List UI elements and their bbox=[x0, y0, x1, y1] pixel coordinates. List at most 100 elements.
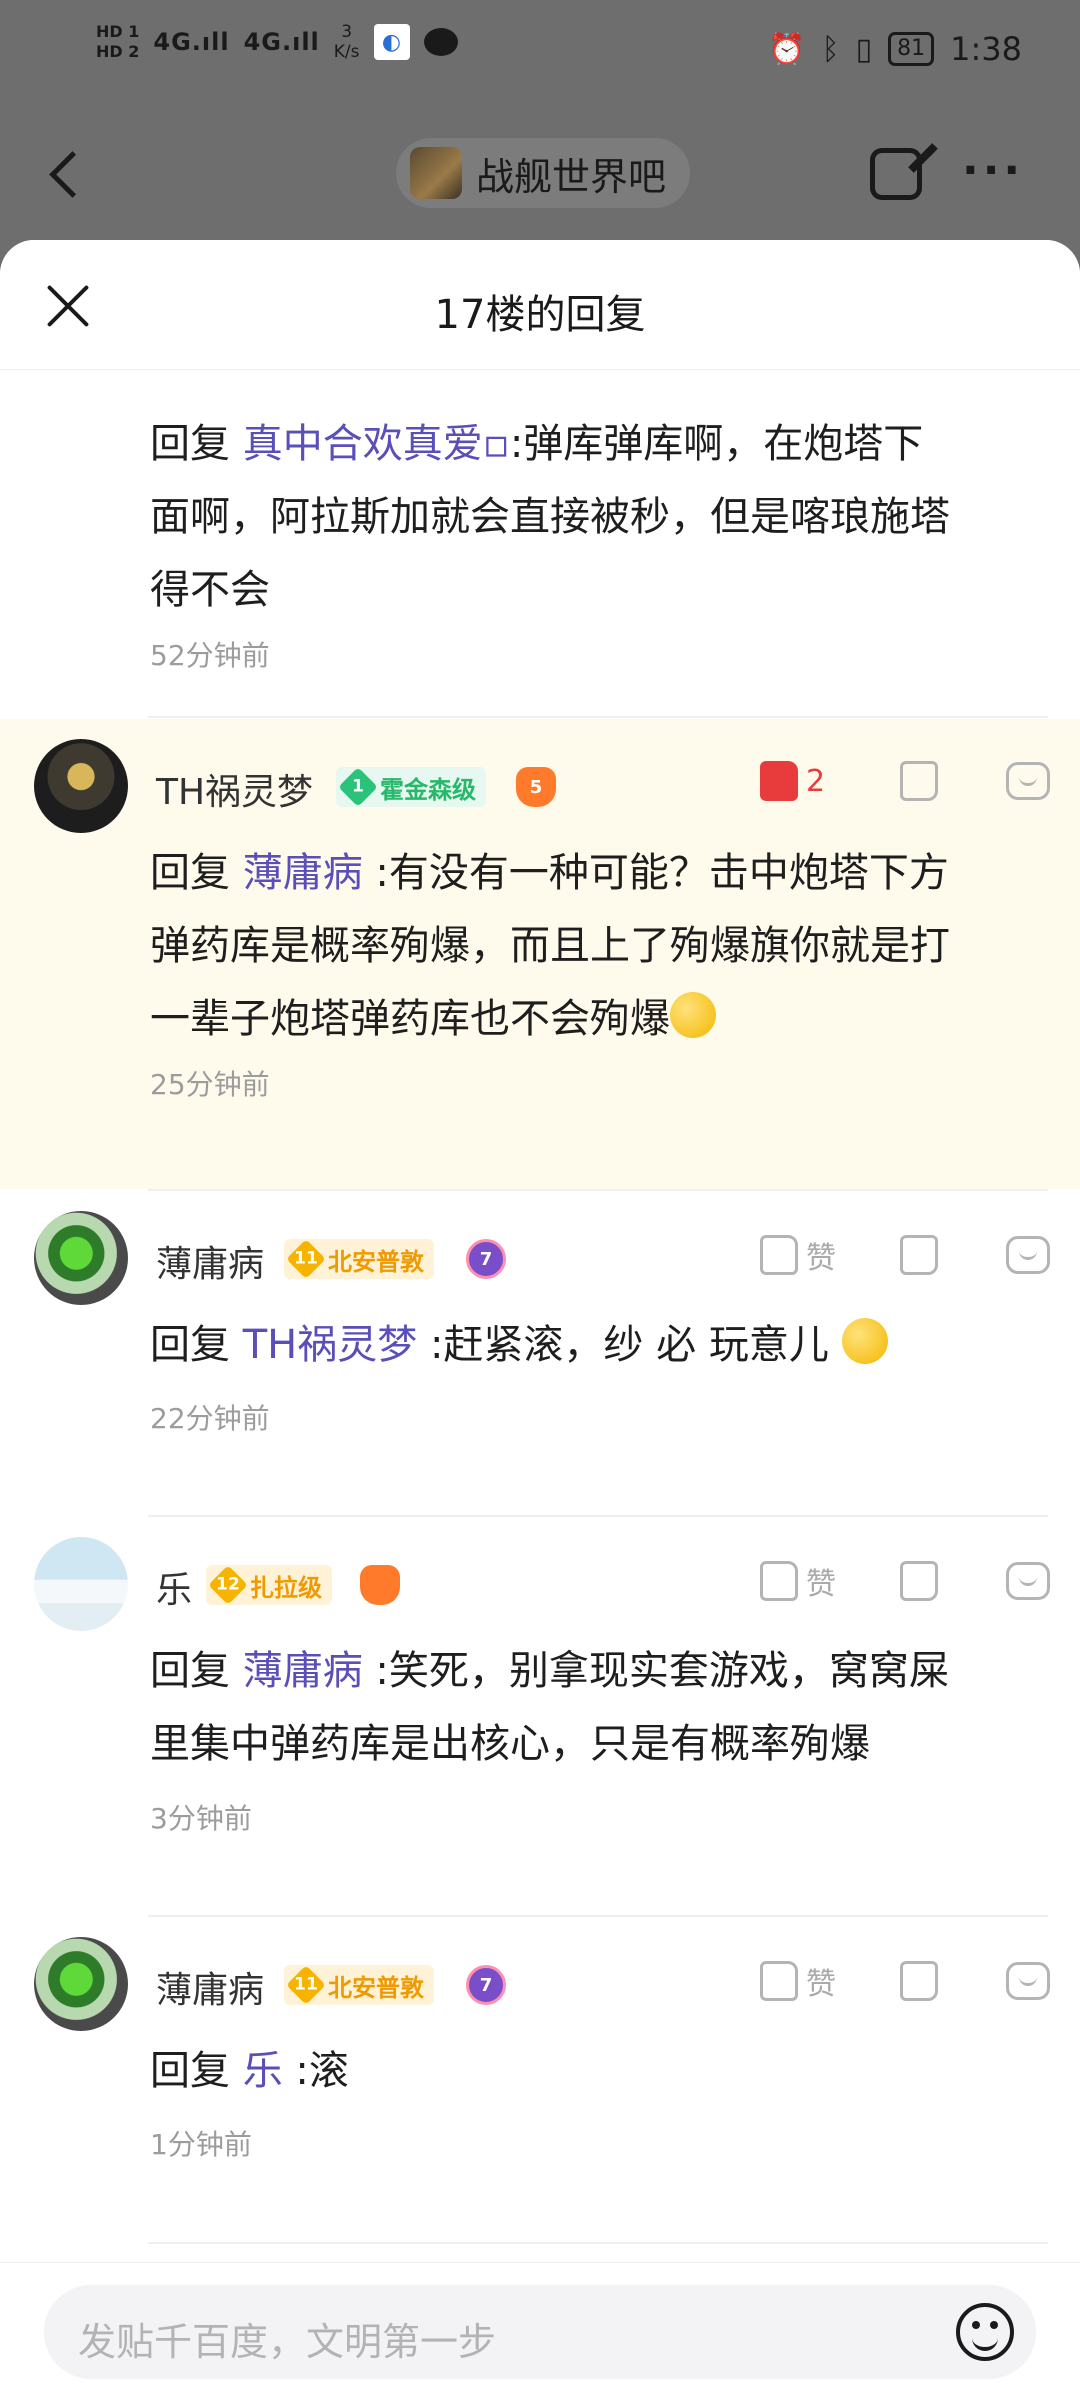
like-label: 赞 bbox=[806, 1241, 836, 1276]
comment-input-bar: 发贴千百度，文明第一步 bbox=[0, 2262, 1080, 2400]
reply-text-line: 弹药库是概率殉爆，而且上了殉爆旗你就是打 bbox=[150, 923, 950, 969]
level-badge: 11 北安普敦 bbox=[284, 1965, 434, 2005]
username[interactable]: TH祸灵梦 bbox=[156, 763, 313, 815]
reply-prefix: 回复 bbox=[150, 2048, 243, 2094]
mention-link[interactable]: 乐 bbox=[243, 2048, 283, 2094]
reply-content: 回复 TH祸灵梦 :赶紧滚，纱 必 玩意儿 bbox=[150, 1309, 1030, 1382]
reply-item: 薄庸病 11 北安普敦 7 赞 回复 TH祸灵梦 :赶紧滚，纱 必 玩意儿 22… bbox=[0, 1191, 1080, 1517]
level-number: 12 bbox=[216, 1574, 240, 1595]
mention-link[interactable]: 真中合欢真爱▫ bbox=[243, 421, 510, 467]
level-icon: 11 bbox=[286, 1239, 326, 1279]
username[interactable]: 薄庸病 bbox=[156, 1961, 264, 2013]
reply-actions: 赞 bbox=[760, 1559, 1050, 1603]
thumbs-down-icon[interactable] bbox=[900, 1561, 938, 1601]
thumbs-up-icon bbox=[760, 1961, 798, 2001]
bluetooth-icon: ᛒ bbox=[821, 31, 840, 67]
vibrate-icon: ▯ bbox=[855, 31, 873, 67]
mention-link[interactable]: TH祸灵梦 bbox=[243, 1322, 418, 1368]
game-icon bbox=[360, 1565, 400, 1605]
level-icon: 1 bbox=[338, 767, 378, 807]
edit-post-icon[interactable] bbox=[870, 148, 922, 200]
hd2-label: HD 2 bbox=[96, 42, 140, 61]
username[interactable]: 乐 bbox=[156, 1561, 192, 1613]
reply-time: 25分钟前 bbox=[150, 1068, 270, 1101]
thumbs-up-icon bbox=[760, 761, 798, 801]
app-notification-icon: ◐ bbox=[373, 24, 410, 60]
reply-item: 乐 12 扎拉级 赞 回复 薄庸病 :笑死，别拿现实套游戏，窝窝屎 里集中弹药库… bbox=[0, 1517, 1080, 1917]
reply-time: 1分钟前 bbox=[150, 2128, 252, 2161]
divider bbox=[148, 716, 1048, 718]
like-button[interactable]: 赞 bbox=[760, 1559, 870, 1603]
reply-icon[interactable] bbox=[1006, 1962, 1050, 2000]
username[interactable]: 薄庸病 bbox=[156, 1235, 264, 1287]
reply-time: 22分钟前 bbox=[150, 1402, 270, 1435]
input-placeholder: 发贴千百度，文明第一步 bbox=[78, 2320, 497, 2364]
emoji-icon[interactable] bbox=[956, 2303, 1014, 2361]
like-button[interactable]: 赞 bbox=[760, 1233, 870, 1277]
like-button[interactable]: 2 bbox=[760, 761, 870, 801]
clock: 1:38 bbox=[950, 30, 1022, 68]
thumbs-down-icon[interactable] bbox=[900, 1235, 938, 1275]
level-number: 11 bbox=[294, 1248, 318, 1269]
forum-name: 战舰世界吧 bbox=[476, 154, 667, 199]
reply-prefix: 回复 bbox=[150, 1322, 243, 1368]
like-label: 赞 bbox=[806, 1567, 836, 1602]
avatar[interactable] bbox=[34, 1211, 128, 1305]
replies-sheet: 17楼的回复 回复 真中合欢真爱▫:弹库弹库啊，在炮塔下 面啊，阿拉斯加就会直接… bbox=[0, 240, 1080, 2400]
avatar[interactable] bbox=[34, 1537, 128, 1631]
avatar[interactable] bbox=[34, 739, 128, 833]
more-options-icon[interactable]: ··· bbox=[962, 149, 1024, 193]
reply-content: 回复 乐 :滚 bbox=[150, 2035, 1030, 2108]
sheet-title: 17楼的回复 bbox=[434, 292, 646, 338]
reply-icon[interactable] bbox=[1006, 1562, 1050, 1600]
level-badge: 11 北安普敦 bbox=[284, 1239, 434, 1279]
badge-label: 扎拉级 bbox=[250, 1573, 322, 1602]
reply-prefix: 回复 bbox=[150, 1648, 243, 1694]
like-label: 赞 bbox=[806, 1967, 836, 2002]
alarm-icon: ⏰ bbox=[768, 31, 806, 67]
reply-text-line: :滚 bbox=[282, 2048, 349, 2094]
game-level-icon: 7 bbox=[466, 1965, 506, 2005]
thumbs-up-icon bbox=[760, 1235, 798, 1275]
speed-value: 3 bbox=[341, 22, 353, 42]
status-right: ⏰ ᛒ ▯ 81 1:38 bbox=[768, 30, 1022, 68]
level-badge: 12 扎拉级 bbox=[206, 1565, 332, 1605]
signal-2-icon: 4G.ıll bbox=[243, 28, 320, 56]
avatar[interactable] bbox=[34, 1937, 128, 2031]
reply-text-line: 里集中弹药库是出核心，只是有概率殉爆 bbox=[150, 1721, 870, 1767]
thumbs-up-icon bbox=[760, 1561, 798, 1601]
mention-link[interactable]: 薄庸病 bbox=[243, 850, 363, 896]
reply-prefix: 回复 bbox=[150, 850, 243, 896]
sweat-smile-emoji-icon bbox=[670, 992, 716, 1038]
speed-unit: K/s bbox=[333, 42, 360, 62]
reply-text-line: 面啊，阿拉斯加就会直接被秒，但是喀琅施塔 bbox=[150, 494, 950, 540]
reply-item: 薄庸病 11 北安普敦 7 赞 回复 乐 :滚 1分钟前 bbox=[0, 1917, 1080, 2247]
reply-content: 回复 薄庸病 :笑死，别拿现实套游戏，窝窝屎 里集中弹药库是出核心，只是有概率殉… bbox=[150, 1635, 1030, 1781]
forum-title-pill[interactable]: 战舰世界吧 bbox=[396, 138, 691, 208]
game-level-icon: 5 bbox=[516, 767, 556, 807]
status-left: HD 1 HD 2 4G.ıll 4G.ıll 3 K/s ◐ bbox=[96, 22, 458, 62]
back-button[interactable] bbox=[46, 146, 86, 206]
reply-icon[interactable] bbox=[1006, 1236, 1050, 1274]
thumbs-down-icon[interactable] bbox=[900, 1961, 938, 2001]
level-number: 11 bbox=[294, 1974, 318, 1995]
game-level-icon: 7 bbox=[466, 1239, 506, 1279]
level-icon: 12 bbox=[208, 1565, 248, 1605]
signal-1-icon: 4G.ıll bbox=[153, 28, 230, 56]
reply-icon[interactable] bbox=[1006, 762, 1050, 800]
thumbs-down-icon[interactable] bbox=[900, 761, 938, 801]
reply-actions: 赞 bbox=[760, 1959, 1050, 2003]
reply-content: 回复 薄庸病 :有没有一种可能？击中炮塔下方 弹药库是概率殉爆，而且上了殉爆旗你… bbox=[150, 837, 1030, 1056]
level-number: 1 bbox=[352, 776, 364, 797]
top-nav: 战舰世界吧 ··· bbox=[0, 110, 1080, 240]
hd-indicator: HD 1 HD 2 bbox=[96, 22, 139, 62]
badge-label: 北安普敦 bbox=[328, 1973, 424, 2002]
badge-label: 霍金森级 bbox=[380, 775, 476, 804]
like-button[interactable]: 赞 bbox=[760, 1959, 870, 2003]
battery-icon: 81 bbox=[888, 32, 935, 66]
mention-link[interactable]: 薄庸病 bbox=[243, 1648, 363, 1694]
reply-actions: 2 bbox=[760, 761, 1050, 801]
shush-emoji-icon bbox=[841, 1318, 888, 1364]
comment-input[interactable]: 发贴千百度，文明第一步 bbox=[44, 2285, 1036, 2379]
badge-label: 北安普敦 bbox=[328, 1247, 424, 1276]
